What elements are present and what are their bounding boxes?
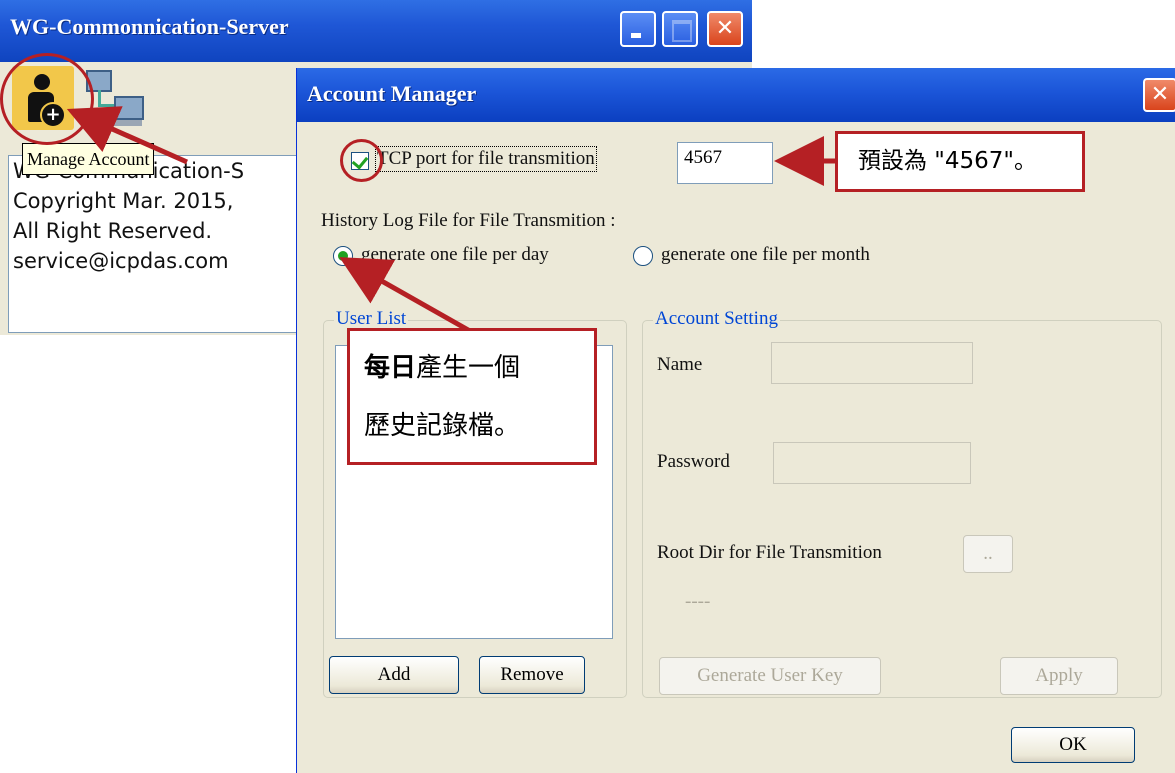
arrow-to-manage-account [66, 106, 189, 165]
port-default-callout: 預設為 "4567"。 [835, 131, 1085, 192]
port-note-text: 預設為 "4567"。 [858, 148, 1038, 174]
daily-note-line2: 歷史記錄檔。 [364, 411, 521, 441]
daily-note-bold: 每日 [364, 353, 417, 383]
daily-note-line1: 每日產生一個 [364, 339, 594, 397]
daily-note-rest: 產生一個 [416, 353, 521, 383]
arrow-to-per-day-radio [339, 257, 472, 334]
daily-log-callout: 每日產生一個 歷史記錄檔。 [347, 328, 597, 465]
